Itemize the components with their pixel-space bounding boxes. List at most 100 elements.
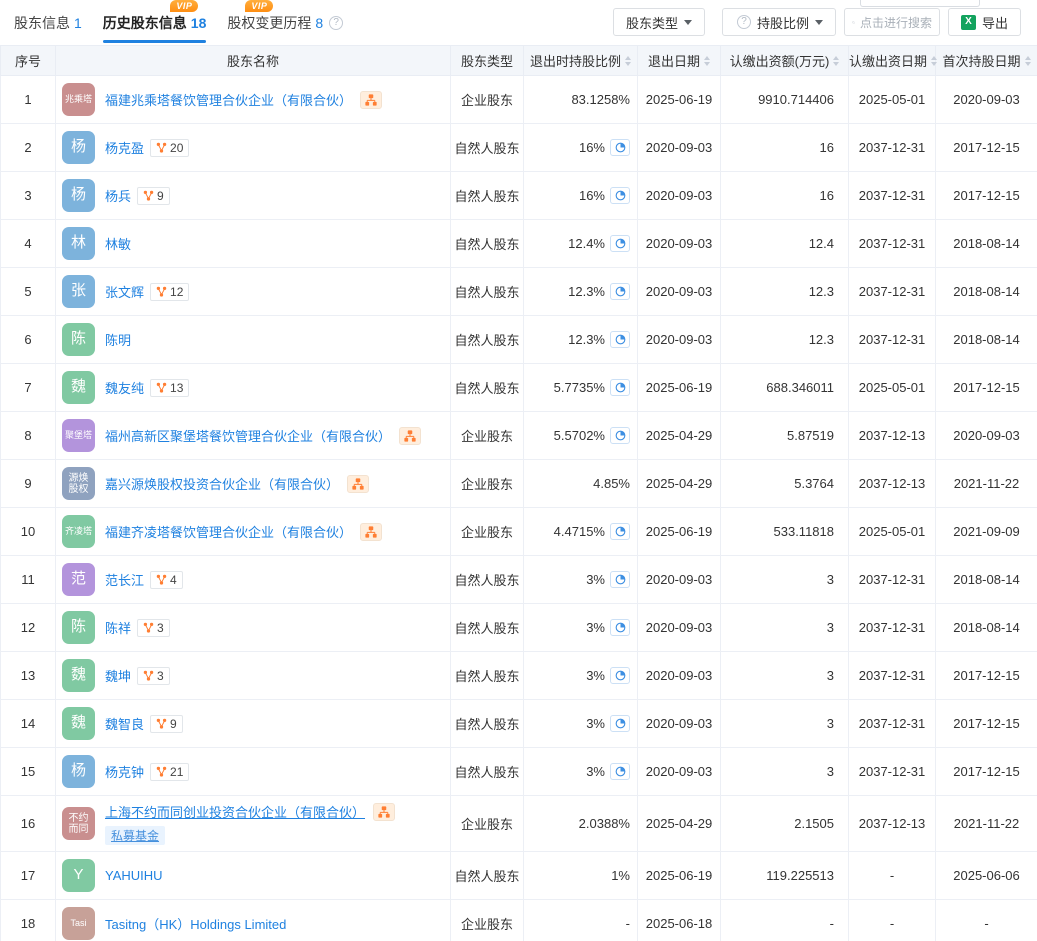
pie-chart-icon[interactable] <box>610 379 630 396</box>
relation-count-badge[interactable]: 9 <box>150 715 183 733</box>
shareholder-name-cell: 杨杨克盈20 <box>56 124 451 172</box>
relation-count-badge[interactable]: 12 <box>150 283 189 301</box>
pie-chart-icon[interactable] <box>610 283 630 300</box>
shareholder-type: 自然人股东 <box>451 364 524 412</box>
tab-bar: 股东信息 1 VIP 历史股东信息 18 VIP 股权变更历程 8 ? 股东类型… <box>0 0 1037 45</box>
vip-badge: VIP <box>170 0 198 12</box>
shareholder-name-link[interactable]: 杨克钟 <box>105 762 144 781</box>
row-index: 8 <box>1 412 56 460</box>
relation-count-badge[interactable]: 3 <box>137 619 170 637</box>
shareholder-name-link[interactable]: 杨兵 <box>105 186 131 205</box>
avatar: 魏 <box>62 659 95 692</box>
relation-count-badge[interactable]: 4 <box>150 571 183 589</box>
shareholder-name-link[interactable]: 陈明 <box>105 330 131 349</box>
column-header[interactable]: 退出日期 <box>638 46 721 76</box>
help-icon[interactable]: ? <box>329 16 343 30</box>
row-index: 18 <box>1 900 56 941</box>
sort-icon[interactable] <box>931 56 937 66</box>
private-fund-tag[interactable]: 私募基金 <box>105 826 165 845</box>
row-index: 16 <box>1 796 56 852</box>
subscribed-date: 2025-05-01 <box>849 508 936 556</box>
column-header[interactable]: 认缴出资额(万元) <box>721 46 849 76</box>
column-header: 股东类型 <box>451 46 524 76</box>
org-chart-icon[interactable] <box>399 427 421 445</box>
avatar: 不约而同 <box>62 807 95 840</box>
pie-chart-icon[interactable] <box>610 667 630 684</box>
shareholder-name-link[interactable]: 陈祥 <box>105 618 131 637</box>
relation-count-badge[interactable]: 3 <box>137 667 170 685</box>
shareholder-name-link[interactable]: 福建兆乘塔餐饮管理合伙企业（有限合伙） <box>105 90 352 109</box>
relation-count: 13 <box>170 381 183 395</box>
shareholder-name-link[interactable]: Tasitng（HK）Holdings Limited <box>105 914 286 933</box>
avatar: 陈 <box>62 323 95 356</box>
chevron-down-icon <box>684 20 692 25</box>
exit-ratio-cell: 3% <box>524 700 638 748</box>
shareholder-name-link[interactable]: 福建齐凌塔餐饮管理合伙企业（有限合伙） <box>105 522 352 541</box>
relation-count-badge[interactable]: 20 <box>150 139 189 157</box>
shareholder-name-link[interactable]: 上海不约而同创业投资合伙企业（有限合伙） <box>105 802 365 821</box>
exit-date: 2025-06-19 <box>638 364 721 412</box>
column-header-label: 退出时持股比例 <box>530 51 621 70</box>
relation-count-badge[interactable]: 13 <box>150 379 189 397</box>
tab-equity-change-history[interactable]: VIP 股权变更历程 8 ? <box>227 0 343 45</box>
first-holding-date: 2021-11-22 <box>936 460 1037 508</box>
avatar: 齐凌塔 <box>62 515 95 548</box>
pie-chart-icon[interactable] <box>610 139 630 156</box>
shareholder-name-cell: 聚堡塔福州高新区聚堡塔餐饮管理合伙企业（有限合伙） <box>56 412 451 460</box>
avatar: Tasi <box>62 907 95 940</box>
avatar: 范 <box>62 563 95 596</box>
shareholder-name-link[interactable]: 范长江 <box>105 570 144 589</box>
relation-count: 20 <box>170 141 183 155</box>
column-header[interactable]: 首次持股日期 <box>936 46 1037 76</box>
tab-history-shareholder-info[interactable]: VIP 历史股东信息 18 <box>103 0 207 45</box>
subscribed-amount: 12.3 <box>721 316 849 364</box>
search-input[interactable]: 点击进行搜索 <box>844 8 940 36</box>
shareholder-name-link[interactable]: YAHUIHU <box>105 868 163 883</box>
row-index: 4 <box>1 220 56 268</box>
tab-count: 18 <box>191 15 207 31</box>
org-chart-icon[interactable] <box>360 91 382 109</box>
org-chart-icon[interactable] <box>360 523 382 541</box>
shareholder-name-cell: Tasi Tasitng（HK）Holdings Limited <box>56 900 451 941</box>
shareholder-name-link[interactable]: 魏友纯 <box>105 378 144 397</box>
shareholder-name-link[interactable]: 林敏 <box>105 234 131 253</box>
sort-icon[interactable] <box>704 56 710 66</box>
subscribed-date: 2037-12-31 <box>849 124 936 172</box>
shareholder-name-link[interactable]: 福州高新区聚堡塔餐饮管理合伙企业（有限合伙） <box>105 426 391 445</box>
sort-icon[interactable] <box>625 56 631 66</box>
pie-chart-icon[interactable] <box>610 187 630 204</box>
pie-chart-icon[interactable] <box>610 235 630 252</box>
pie-chart-icon[interactable] <box>610 331 630 348</box>
org-chart-icon[interactable] <box>373 803 395 821</box>
tab-shareholder-info[interactable]: 股东信息 1 <box>14 0 82 45</box>
pie-chart-icon[interactable] <box>610 763 630 780</box>
pie-chart-icon[interactable] <box>610 619 630 636</box>
column-header[interactable]: 认缴出资日期 <box>849 46 936 76</box>
relation-count-badge[interactable]: 9 <box>137 187 170 205</box>
tab-label: 历史股东信息 <box>103 13 187 33</box>
shareholder-type-filter-button[interactable]: 股东类型 <box>613 8 705 36</box>
pie-chart-icon[interactable] <box>610 715 630 732</box>
exit-ratio-value: 5.5702% <box>554 428 605 443</box>
column-header[interactable]: 退出时持股比例 <box>524 46 638 76</box>
sort-icon[interactable] <box>833 56 839 66</box>
shareholder-name-link[interactable]: 魏智良 <box>105 714 144 733</box>
first-holding-date: 2017-12-15 <box>936 124 1037 172</box>
shareholder-type: 自然人股东 <box>451 124 524 172</box>
shareholder-type: 企业股东 <box>451 460 524 508</box>
holding-ratio-filter-button[interactable]: ? 持股比例 <box>722 8 836 36</box>
table-row: 2杨杨克盈20自然人股东16%2020-09-03162037-12-31201… <box>1 124 1037 172</box>
relation-count-badge[interactable]: 21 <box>150 763 189 781</box>
exit-ratio-cell: 1% <box>524 852 638 900</box>
pie-chart-icon[interactable] <box>610 571 630 588</box>
shareholder-name-link[interactable]: 嘉兴源焕股权投资合伙企业（有限合伙） <box>105 474 339 493</box>
org-chart-icon[interactable] <box>347 475 369 493</box>
shareholder-name-link[interactable]: 杨克盈 <box>105 138 144 157</box>
exit-date: 2020-09-03 <box>638 748 721 796</box>
shareholder-name-link[interactable]: 张文辉 <box>105 282 144 301</box>
pie-chart-icon[interactable] <box>610 523 630 540</box>
shareholder-name-link[interactable]: 魏坤 <box>105 666 131 685</box>
pie-chart-icon[interactable] <box>610 427 630 444</box>
sort-icon[interactable] <box>1025 56 1031 66</box>
export-button[interactable]: X 导出 <box>948 8 1021 36</box>
